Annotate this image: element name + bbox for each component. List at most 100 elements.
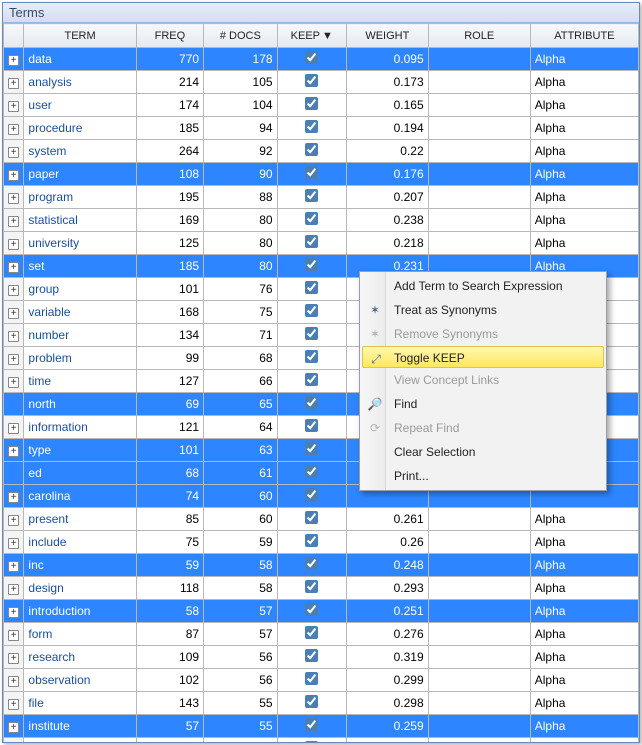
table-row[interactable]: +introduction58570.251Alpha: [4, 600, 639, 623]
term-cell[interactable]: problem: [24, 347, 136, 370]
keep-cell[interactable]: [277, 94, 346, 117]
expand-cell[interactable]: +: [4, 623, 24, 646]
expand-icon[interactable]: +: [8, 239, 19, 250]
expand-icon[interactable]: +: [8, 216, 19, 227]
term-cell[interactable]: time: [24, 370, 136, 393]
expand-icon[interactable]: +: [8, 377, 19, 388]
keep-cell[interactable]: [277, 462, 346, 485]
expand-icon[interactable]: +: [8, 699, 19, 710]
term-cell[interactable]: observation: [24, 669, 136, 692]
table-row[interactable]: +program195880.207Alpha: [4, 186, 639, 209]
keep-checkbox[interactable]: [305, 350, 318, 363]
col-attribute[interactable]: ATTRIBUTE: [530, 24, 638, 48]
keep-checkbox[interactable]: [305, 74, 318, 87]
expand-cell[interactable]: +: [4, 370, 24, 393]
keep-cell[interactable]: [277, 692, 346, 715]
term-cell[interactable]: research: [24, 646, 136, 669]
keep-cell[interactable]: [277, 324, 346, 347]
term-cell[interactable]: statistical: [24, 209, 136, 232]
keep-checkbox[interactable]: [305, 235, 318, 248]
keep-checkbox[interactable]: [305, 580, 318, 593]
table-row[interactable]: +present85600.261Alpha: [4, 508, 639, 531]
table-row[interactable]: +system264920.22Alpha: [4, 140, 639, 163]
expand-icon[interactable]: +: [8, 630, 19, 641]
expand-cell[interactable]: +: [4, 715, 24, 738]
context-menu-item[interactable]: ✶Treat as Synonyms: [362, 298, 604, 322]
col-freq[interactable]: FREQ: [136, 24, 203, 48]
expand-cell[interactable]: +: [4, 94, 24, 117]
keep-cell[interactable]: [277, 71, 346, 94]
expand-icon[interactable]: +: [8, 308, 19, 319]
keep-cell[interactable]: [277, 715, 346, 738]
term-cell[interactable]: design: [24, 577, 136, 600]
table-row[interactable]: +institute57550.259Alpha: [4, 715, 639, 738]
expand-cell[interactable]: +: [4, 577, 24, 600]
col-expander[interactable]: [4, 24, 24, 48]
col-weight[interactable]: WEIGHT: [346, 24, 428, 48]
keep-cell[interactable]: [277, 508, 346, 531]
table-row[interactable]: +paper108900.176Alpha: [4, 163, 639, 186]
expand-cell[interactable]: +: [4, 140, 24, 163]
term-cell[interactable]: procedure: [24, 117, 136, 140]
keep-checkbox[interactable]: [305, 281, 318, 294]
keep-checkbox[interactable]: [305, 166, 318, 179]
expand-icon[interactable]: +: [8, 331, 19, 342]
term-cell[interactable]: analysis: [24, 71, 136, 94]
term-cell[interactable]: university: [24, 232, 136, 255]
term-cell[interactable]: inc: [24, 554, 136, 577]
expand-cell[interactable]: +: [4, 531, 24, 554]
expand-cell[interactable]: +: [4, 439, 24, 462]
col-role[interactable]: ROLE: [428, 24, 530, 48]
keep-checkbox[interactable]: [305, 120, 318, 133]
context-menu-item[interactable]: Print...: [362, 464, 604, 488]
keep-cell[interactable]: [277, 600, 346, 623]
expand-cell[interactable]: +: [4, 347, 24, 370]
term-cell[interactable]: ed: [24, 462, 136, 485]
expand-cell[interactable]: +: [4, 163, 24, 186]
table-row[interactable]: +analysis2141050.173Alpha: [4, 71, 639, 94]
expand-cell[interactable]: +: [4, 186, 24, 209]
term-cell[interactable]: number: [24, 324, 136, 347]
col-keep[interactable]: KEEP▼: [277, 24, 346, 48]
expand-icon[interactable]: +: [8, 538, 19, 549]
keep-cell[interactable]: [277, 485, 346, 508]
term-cell[interactable]: paper: [24, 163, 136, 186]
expand-cell[interactable]: [4, 393, 24, 416]
expand-cell[interactable]: +: [4, 48, 24, 71]
term-cell[interactable]: include: [24, 531, 136, 554]
keep-checkbox[interactable]: [305, 396, 318, 409]
expand-cell[interactable]: +: [4, 646, 24, 669]
expand-icon[interactable]: +: [8, 55, 19, 66]
term-cell[interactable]: system: [24, 140, 136, 163]
expand-cell[interactable]: +: [4, 71, 24, 94]
keep-cell[interactable]: [277, 48, 346, 71]
keep-checkbox[interactable]: [305, 419, 318, 432]
keep-checkbox[interactable]: [305, 51, 318, 64]
expand-cell[interactable]: +: [4, 232, 24, 255]
term-cell[interactable]: institute: [24, 715, 136, 738]
expand-icon[interactable]: +: [8, 561, 19, 572]
table-row[interactable]: +data7701780.095Alpha: [4, 48, 639, 71]
keep-checkbox[interactable]: [305, 649, 318, 662]
keep-checkbox[interactable]: [305, 603, 318, 616]
expand-icon[interactable]: +: [8, 584, 19, 595]
keep-cell[interactable]: [277, 370, 346, 393]
table-row[interactable]: +research109560.319Alpha: [4, 646, 639, 669]
context-menu-item[interactable]: 🔎Find: [362, 392, 604, 416]
expand-cell[interactable]: +: [4, 692, 24, 715]
expand-icon[interactable]: +: [8, 446, 19, 457]
term-cell[interactable]: data: [24, 48, 136, 71]
expand-cell[interactable]: [4, 462, 24, 485]
keep-checkbox[interactable]: [305, 373, 318, 386]
expand-cell[interactable]: +: [4, 485, 24, 508]
keep-cell[interactable]: [277, 416, 346, 439]
keep-checkbox[interactable]: [305, 672, 318, 685]
expand-cell[interactable]: +: [4, 301, 24, 324]
keep-checkbox[interactable]: [305, 511, 318, 524]
table-row[interactable]: +design118580.293Alpha: [4, 577, 639, 600]
expand-icon[interactable]: +: [8, 492, 19, 503]
expand-icon[interactable]: +: [8, 423, 19, 434]
expand-icon[interactable]: +: [8, 722, 19, 733]
keep-cell[interactable]: [277, 140, 346, 163]
keep-cell[interactable]: [277, 439, 346, 462]
